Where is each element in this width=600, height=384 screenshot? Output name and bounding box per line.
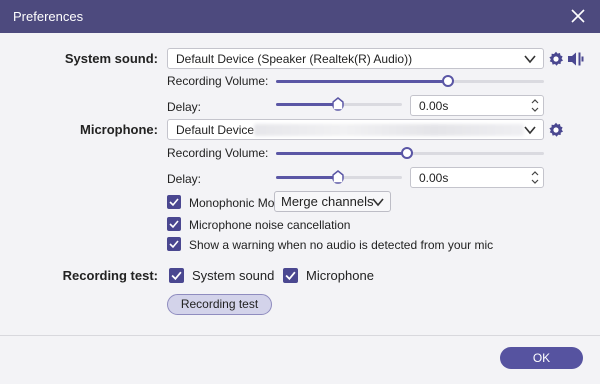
noise-cancellation-label: Microphone noise cancellation	[189, 218, 351, 232]
system-sound-label: System sound:	[64, 51, 158, 66]
microphone-volume-label: Recording Volume:	[167, 146, 269, 160]
test-system-sound-checkbox[interactable]	[169, 268, 184, 283]
monophonic-mode-select[interactable]: Merge channels	[274, 191, 391, 212]
chevron-down-icon	[524, 55, 536, 64]
spin-arrows-icon[interactable]	[530, 169, 540, 186]
checkmark-icon	[169, 198, 179, 207]
slider-knob[interactable]	[331, 97, 344, 111]
checkmark-icon	[169, 240, 179, 249]
no-audio-warning-label: Show a warning when no audio is detected…	[189, 238, 494, 252]
monophonic-mode-label: Monophonic Mode	[189, 196, 288, 210]
checkmark-icon	[285, 271, 296, 281]
test-microphone-checkbox[interactable]	[283, 268, 298, 283]
slider-fill	[276, 152, 408, 155]
slider-fill	[276, 80, 448, 83]
microphone-device-value: Default Device	[176, 123, 255, 137]
slider-fill	[276, 103, 338, 106]
system-sound-device-select[interactable]: Default Device (Speaker (Realtek(R) Audi…	[167, 48, 544, 69]
chevron-down-icon	[372, 198, 384, 207]
microphone-delay-label: Delay:	[167, 172, 202, 186]
speaker-icon[interactable]	[567, 51, 585, 67]
checkmark-icon	[171, 271, 182, 281]
close-icon[interactable]	[570, 8, 586, 24]
spin-arrows-icon[interactable]	[530, 97, 540, 114]
test-system-sound-label: System sound	[192, 268, 275, 283]
redacted-device-name	[254, 124, 524, 136]
system-volume-label: Recording Volume:	[167, 74, 269, 88]
microphone-device-select[interactable]: Default Device	[167, 119, 544, 140]
no-audio-warning-checkbox[interactable]	[167, 237, 181, 251]
footer-divider	[0, 335, 600, 336]
slider-knob[interactable]	[331, 170, 344, 184]
gear-icon[interactable]	[548, 51, 564, 67]
noise-cancellation-checkbox[interactable]	[167, 217, 181, 231]
system-delay-value: 0.00s	[419, 99, 449, 113]
slider-knob[interactable]	[401, 147, 414, 159]
system-delay-label: Delay:	[167, 100, 202, 114]
title-bar: Preferences	[0, 0, 600, 33]
slider-knob[interactable]	[441, 75, 454, 87]
ok-button[interactable]: OK	[500, 347, 583, 369]
window-title: Preferences	[13, 9, 84, 24]
microphone-volume-slider[interactable]	[276, 146, 544, 160]
system-volume-slider[interactable]	[276, 74, 544, 88]
chevron-down-icon	[524, 126, 536, 135]
recording-test-button[interactable]: Recording test	[167, 294, 272, 315]
test-microphone-label: Microphone	[306, 268, 374, 283]
microphone-label: Microphone:	[80, 122, 158, 137]
system-delay-slider[interactable]	[276, 97, 402, 111]
monophonic-mode-value: Merge channels	[281, 194, 374, 209]
gear-icon[interactable]	[548, 122, 564, 138]
system-delay-spinbox[interactable]: 0.00s	[410, 95, 544, 116]
checkmark-icon	[169, 220, 179, 229]
microphone-delay-slider[interactable]	[276, 170, 402, 184]
system-sound-device-value: Default Device (Speaker (Realtek(R) Audi…	[176, 52, 413, 66]
slider-fill	[276, 176, 338, 179]
monophonic-mode-checkbox[interactable]	[167, 195, 181, 209]
recording-test-label: Recording test:	[62, 268, 158, 283]
microphone-delay-spinbox[interactable]: 0.00s	[410, 167, 544, 188]
microphone-delay-value: 0.00s	[419, 171, 449, 185]
